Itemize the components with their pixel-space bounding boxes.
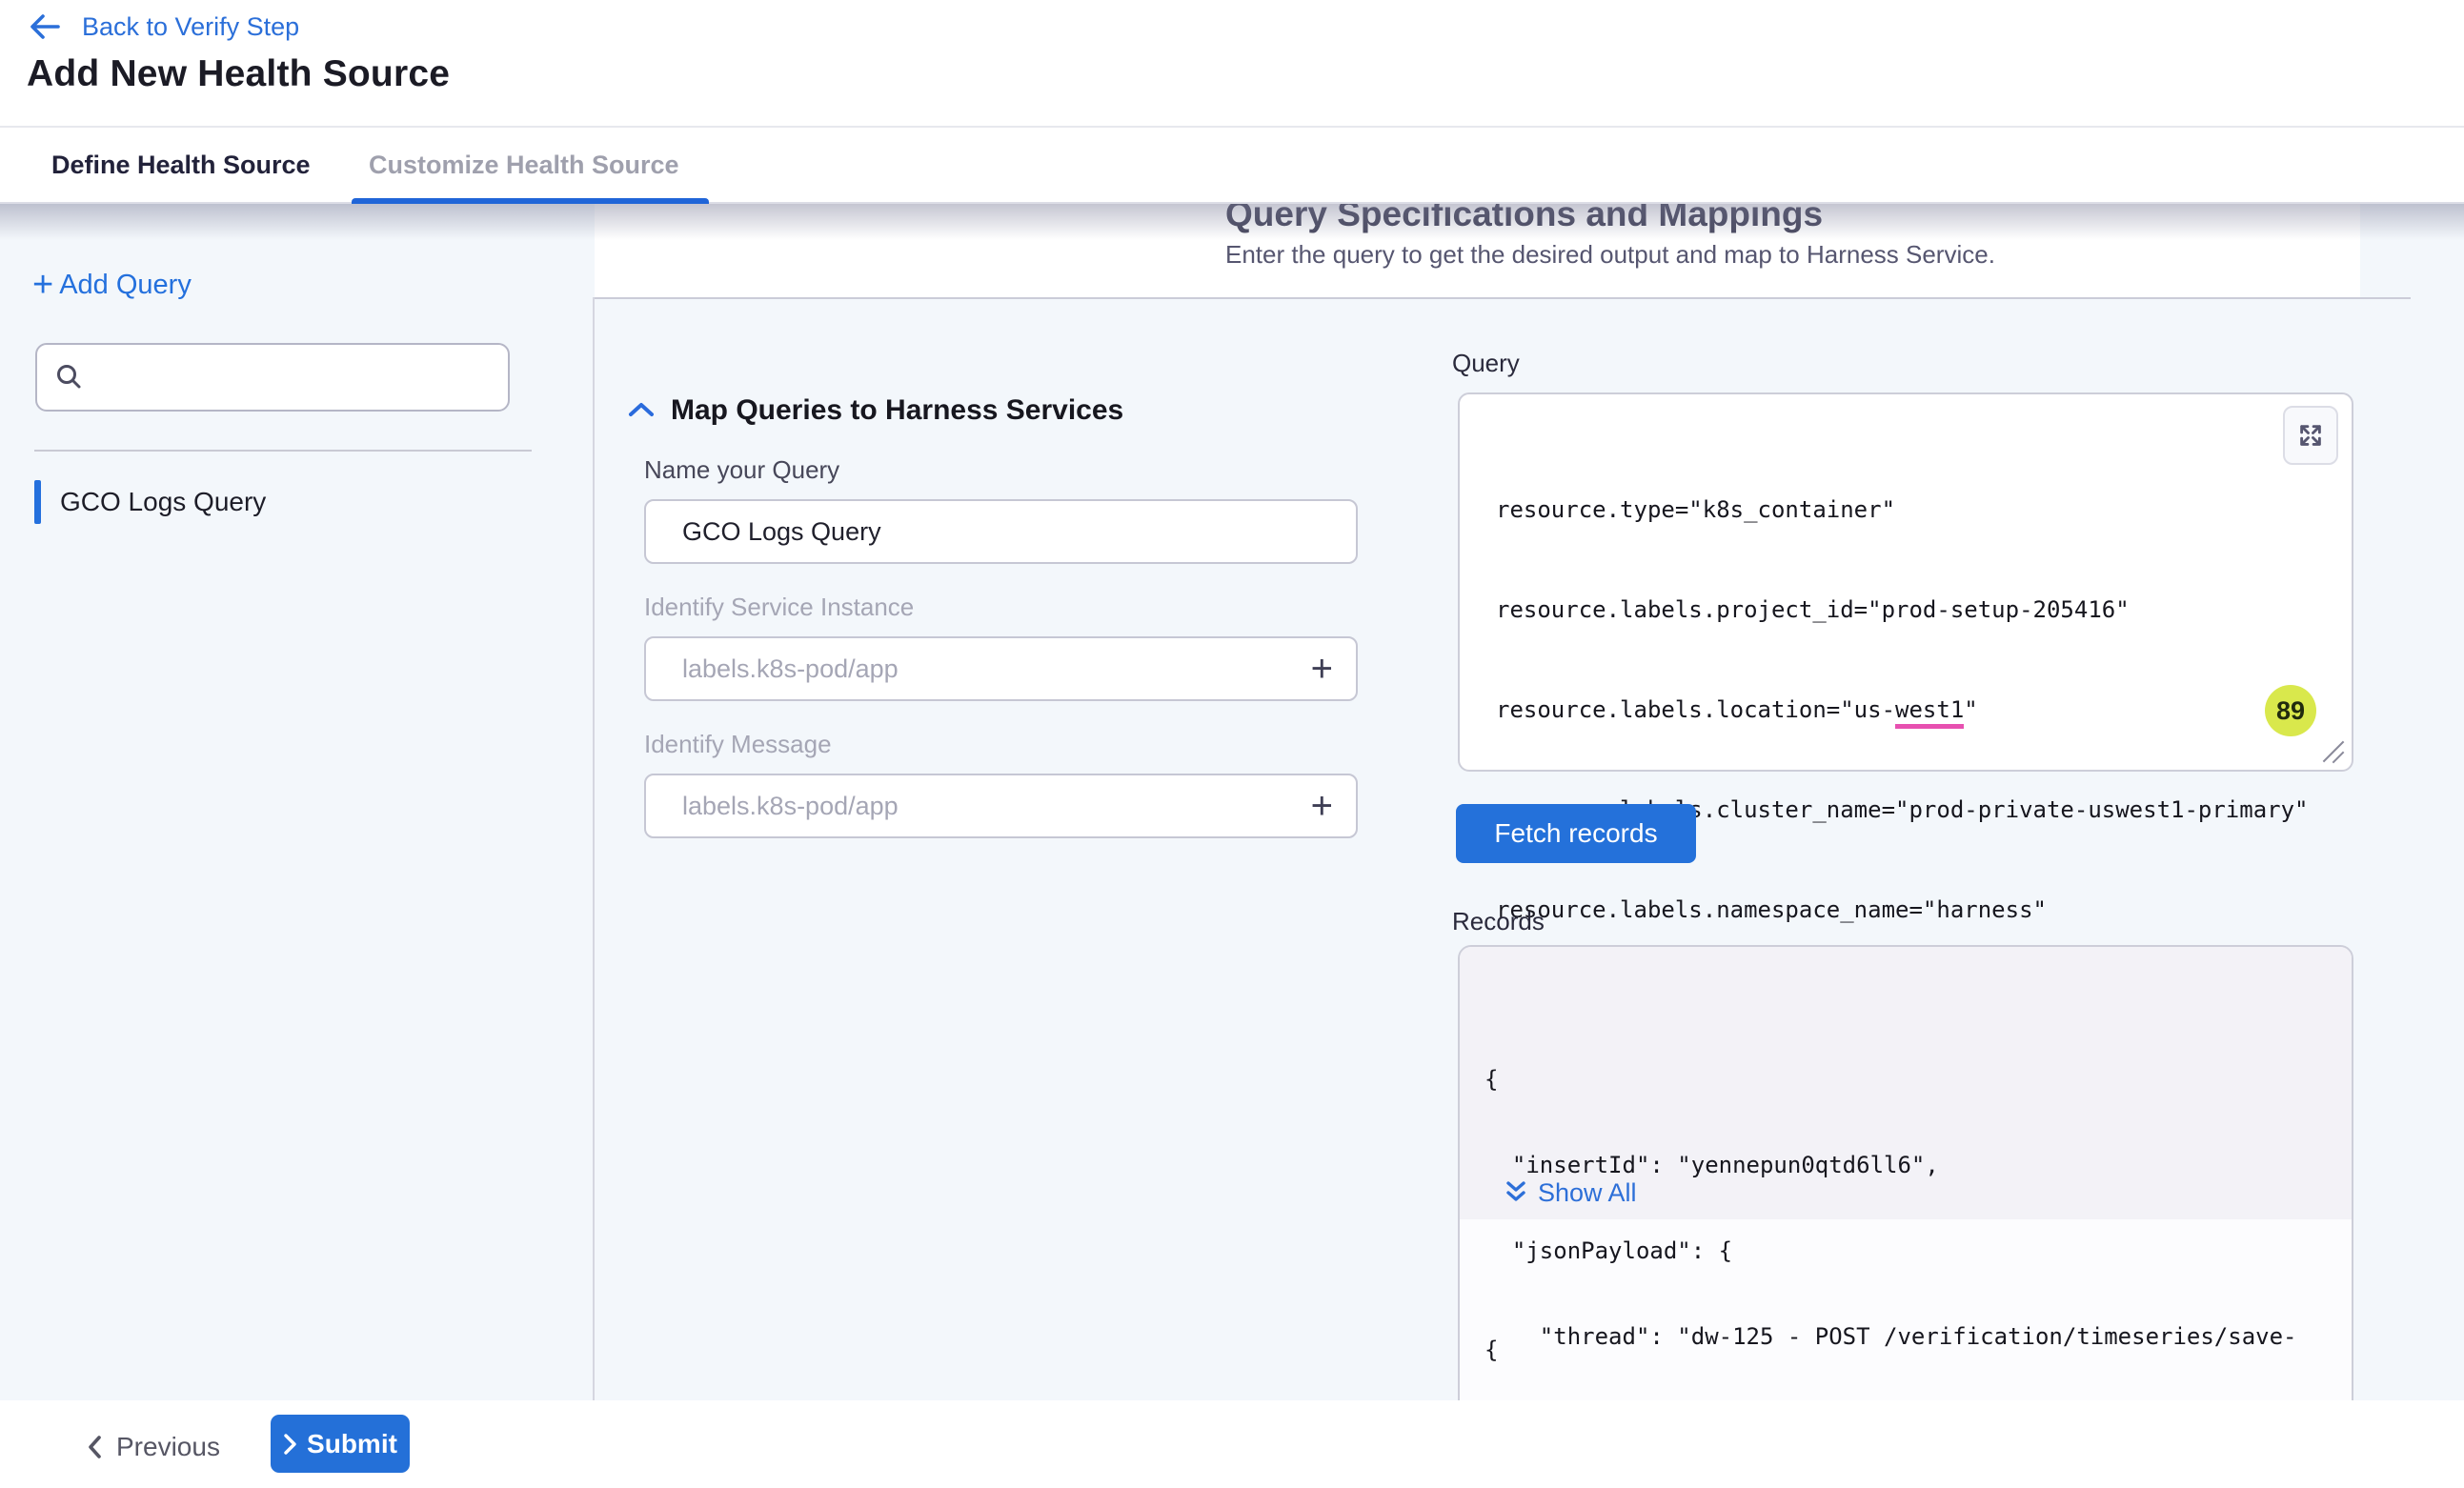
double-chevron-down-icon [1504, 1178, 1528, 1207]
tab-customize-health-source[interactable]: Customize Health Source [369, 128, 679, 202]
identify-message-field: + [644, 774, 1358, 838]
plus-icon: + [32, 268, 53, 302]
map-queries-collapse-header[interactable]: Map Queries to Harness Services [627, 394, 1123, 427]
back-link-label: Back to Verify Step [82, 12, 299, 42]
chevron-right-icon [283, 1433, 297, 1456]
expand-query-button[interactable] [2283, 406, 2338, 465]
identify-message-label: Identify Message [644, 730, 832, 759]
identify-service-instance-field: + [644, 636, 1358, 701]
resize-handle[interactable] [2321, 739, 2346, 764]
records-label: Records [1452, 907, 1545, 936]
content-area: Query Specifications and Mappings Enter … [0, 204, 2464, 1400]
submit-button[interactable]: Submit [271, 1415, 410, 1473]
back-to-verify-step-link[interactable]: Back to Verify Step [29, 8, 299, 46]
name-query-label: Name your Query [644, 455, 839, 485]
map-queries-section-title: Map Queries to Harness Services [671, 394, 1123, 427]
search-input[interactable] [96, 349, 508, 406]
message-input[interactable] [682, 792, 1311, 821]
heading-strip: Query Specifications and Mappings Enter … [595, 204, 2360, 297]
query-line-with-spellcheck: resource.labels.location="us-west1" [1496, 694, 2266, 727]
expand-icon [2296, 421, 2325, 450]
page-header: Back to Verify Step Add New Health Sourc… [0, 0, 2464, 126]
spellcheck-underline: west1 [1895, 696, 1964, 729]
record-item-1: { "insertId": "yennepun0qtd6ll6", "jsonP… [1460, 947, 2352, 1219]
section-heading: Query Specifications and Mappings [1225, 204, 1823, 234]
selected-indicator [34, 480, 41, 524]
section-subheading: Enter the query to get the desired outpu… [1225, 240, 1995, 270]
query-name-input[interactable] [682, 517, 1333, 547]
tab-define-health-source[interactable]: Define Health Source [51, 128, 311, 202]
footer-bar: Previous Submit [0, 1400, 2464, 1488]
search-icon [54, 362, 85, 392]
add-service-instance-path-button[interactable]: + [1311, 650, 1333, 688]
page-title: Add New Health Source [27, 53, 450, 95]
add-query-label: Add Query [59, 270, 192, 301]
fetch-records-button[interactable]: Fetch records [1456, 804, 1696, 863]
show-all-label: Show All [1538, 1178, 1637, 1208]
query-label: Query [1452, 349, 1520, 378]
query-editor[interactable]: resource.type="k8s_container" resource.l… [1458, 392, 2353, 772]
query-search-box [35, 343, 510, 412]
sidebar-divider [34, 450, 532, 452]
query-item-label: GCO Logs Query [60, 487, 266, 517]
record-2-json: { "insertId": "r6rk2tnah3owf5eh", "jsonP… [1484, 1278, 2333, 1400]
character-count-badge: 89 [2265, 685, 2316, 736]
previous-button[interactable]: Previous [76, 1425, 230, 1469]
arrow-left-icon [29, 12, 61, 41]
panel-left-border [593, 297, 595, 1400]
wizard-tab-bar: Define Health Source Customize Health So… [0, 126, 2464, 204]
submit-label: Submit [307, 1429, 397, 1459]
chevron-left-icon [86, 1434, 103, 1460]
service-instance-input[interactable] [682, 654, 1311, 684]
add-query-button[interactable]: + Add Query [32, 265, 192, 305]
chevron-up-icon [627, 400, 656, 421]
identify-service-instance-label: Identify Service Instance [644, 593, 914, 622]
show-all-button[interactable]: Show All [1504, 1176, 1637, 1210]
add-message-path-button[interactable]: + [1311, 787, 1333, 825]
sidebar-item-gco-logs-query[interactable]: GCO Logs Query [34, 478, 568, 526]
panel-top-divider [593, 297, 2411, 299]
records-panel: { "insertId": "yennepun0qtd6ll6", "jsonP… [1458, 945, 2353, 1400]
previous-label: Previous [116, 1432, 220, 1462]
name-query-field [644, 499, 1358, 564]
